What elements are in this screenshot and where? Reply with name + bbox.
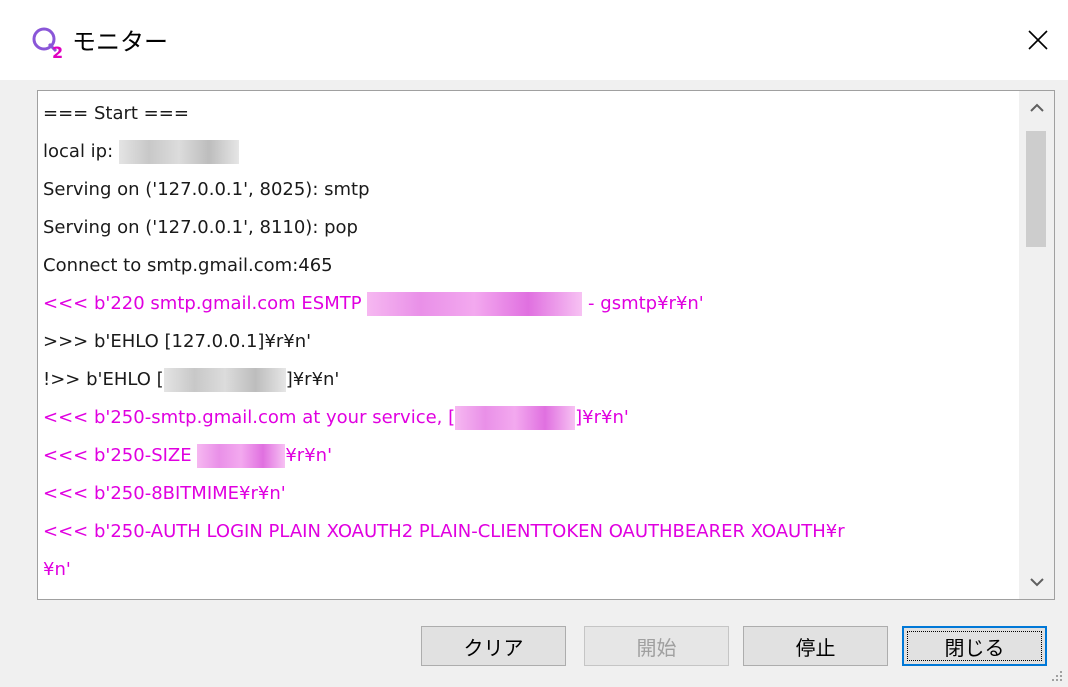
redacted-block: [197, 444, 286, 468]
monitor-log[interactable]: === Start === local ip: Serving on ('127.…: [37, 90, 1055, 600]
log-text: <<< b'250-8BITMIME¥r¥n': [43, 483, 286, 504]
window-title: モニター: [72, 28, 168, 56]
chevron-down-icon: [1030, 578, 1044, 587]
chevron-up-icon: [1030, 103, 1044, 112]
log-text: ¥n': [43, 559, 71, 580]
redacted-block: [455, 406, 576, 430]
log-line: !>> b'EHLO [ ]¥r¥n': [43, 361, 1018, 399]
log-line: Serving on ('127.0.0.1', 8025): smtp: [43, 171, 1018, 209]
title-bar: 2 モニター: [0, 0, 1068, 80]
log-text: Serving on ('127.0.0.1', 8025): smtp: [43, 179, 370, 200]
log-lines: === Start === local ip: Serving on ('127.…: [43, 95, 1018, 589]
log-text: local ip:: [43, 141, 119, 162]
clear-button[interactable]: クリア: [421, 626, 566, 666]
log-text: <<< b'250-AUTH LOGIN PLAIN XOAUTH2 PLAIN…: [43, 521, 845, 542]
log-line: ¥n': [43, 551, 1018, 589]
log-text: ]¥r¥n': [575, 407, 629, 428]
close-window-button[interactable]: [1008, 8, 1068, 72]
log-text: - gsmtp¥r¥n': [582, 293, 704, 314]
log-line: local ip:: [43, 133, 1018, 171]
log-line: <<< b'250-8BITMIME¥r¥n': [43, 475, 1018, 513]
log-text: >>> b'EHLO [127.0.0.1]¥r¥n': [43, 331, 312, 352]
log-text: Connect to smtp.gmail.com:465: [43, 255, 333, 276]
start-button[interactable]: 開始: [584, 626, 729, 666]
svg-text:2: 2: [52, 43, 63, 60]
log-line: <<< b'250-SIZE ¥r¥n': [43, 437, 1018, 475]
log-line: >>> b'EHLO [127.0.0.1]¥r¥n': [43, 323, 1018, 361]
log-line: Serving on ('127.0.0.1', 8110): pop: [43, 209, 1018, 247]
close-button[interactable]: 閉じる: [902, 626, 1047, 666]
log-text: ¥r¥n': [285, 445, 333, 466]
scroll-thumb[interactable]: [1026, 131, 1046, 247]
scroll-up-button[interactable]: [1020, 91, 1054, 125]
redacted-block: [118, 140, 239, 164]
app-logo-icon: 2: [32, 27, 63, 60]
log-line: === Start ===: [43, 95, 1018, 133]
log-line: <<< b'250-smtp.gmail.com at your service…: [43, 399, 1018, 437]
log-text: ]¥r¥n': [285, 369, 340, 390]
log-line: <<< b'220 smtp.gmail.com ESMTP - gsmtp¥r…: [43, 285, 1018, 323]
log-text: <<< b'250-SIZE: [43, 445, 198, 466]
log-text: <<< b'220 smtp.gmail.com ESMTP: [43, 293, 368, 314]
close-icon: [1028, 30, 1048, 50]
redacted-block: [163, 368, 286, 392]
log-text: Serving on ('127.0.0.1', 8110): pop: [43, 217, 358, 238]
log-line: <<< b'250-AUTH LOGIN PLAIN XOAUTH2 PLAIN…: [43, 513, 1018, 551]
scroll-down-button[interactable]: [1020, 565, 1054, 599]
resize-grip-icon[interactable]: [1046, 665, 1064, 683]
redacted-block: [367, 292, 583, 316]
monitor-window: 2 モニター === Start === local ip: Serving on…: [0, 0, 1068, 687]
log-text: !>> b'EHLO [: [43, 369, 164, 390]
vertical-scrollbar[interactable]: [1019, 91, 1054, 599]
stop-button[interactable]: 停止: [743, 626, 888, 666]
log-text: <<< b'250-smtp.gmail.com at your service…: [43, 407, 456, 428]
log-text: === Start ===: [43, 103, 189, 124]
log-line: Connect to smtp.gmail.com:465: [43, 247, 1018, 285]
